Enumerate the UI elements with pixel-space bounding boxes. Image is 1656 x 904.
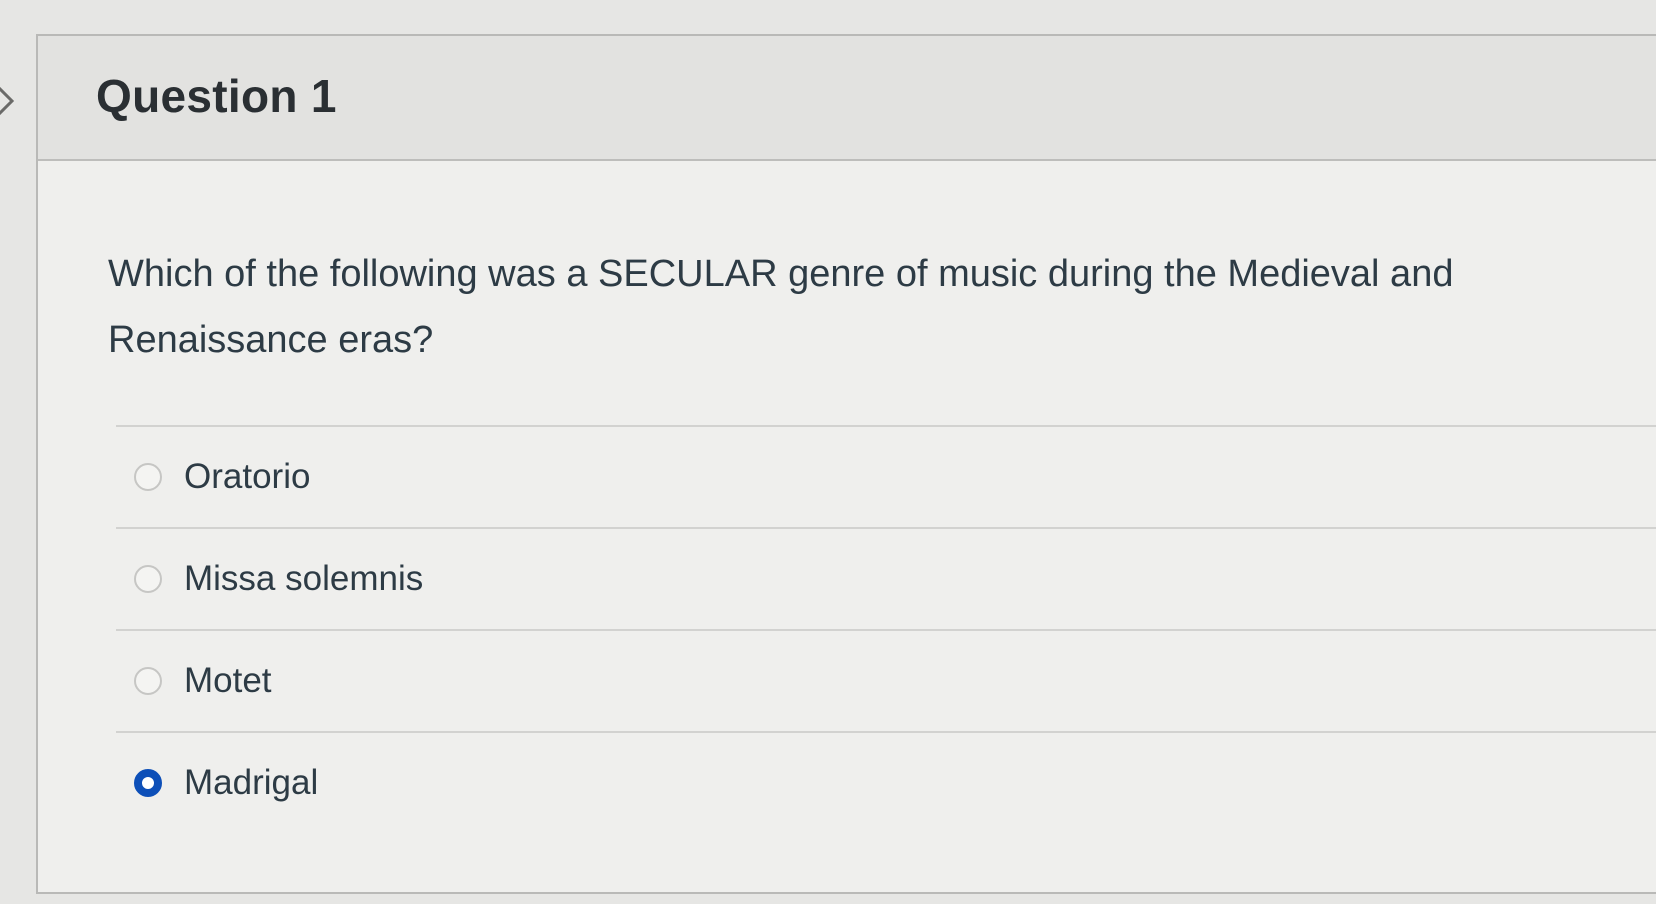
answer-option[interactable]: Motet (116, 631, 1616, 731)
chevron-right-icon[interactable] (0, 84, 16, 118)
answer-list: Oratorio Missa solemnis Motet Madrigal (116, 425, 1656, 833)
answer-label: Missa solemnis (184, 559, 424, 598)
question-text: Which of the following was a SECULAR gen… (108, 253, 1454, 361)
question-card: Question 1 Which of the following was a … (36, 34, 1656, 894)
question-body: Which of the following was a SECULAR gen… (38, 161, 1656, 833)
answer-option[interactable]: Oratorio (116, 427, 1616, 527)
answer-label: Madrigal (184, 763, 319, 802)
radio-button[interactable] (134, 769, 162, 797)
question-title: Question 1 (96, 69, 337, 122)
question-header: Question 1 (38, 36, 1656, 161)
answer-label: Oratorio (184, 457, 311, 496)
radio-button[interactable] (134, 667, 162, 695)
radio-button[interactable] (134, 565, 162, 593)
answer-option[interactable]: Madrigal (116, 733, 1616, 833)
radio-button[interactable] (134, 463, 162, 491)
answer-option[interactable]: Missa solemnis (116, 529, 1616, 629)
answer-label: Motet (184, 661, 272, 700)
